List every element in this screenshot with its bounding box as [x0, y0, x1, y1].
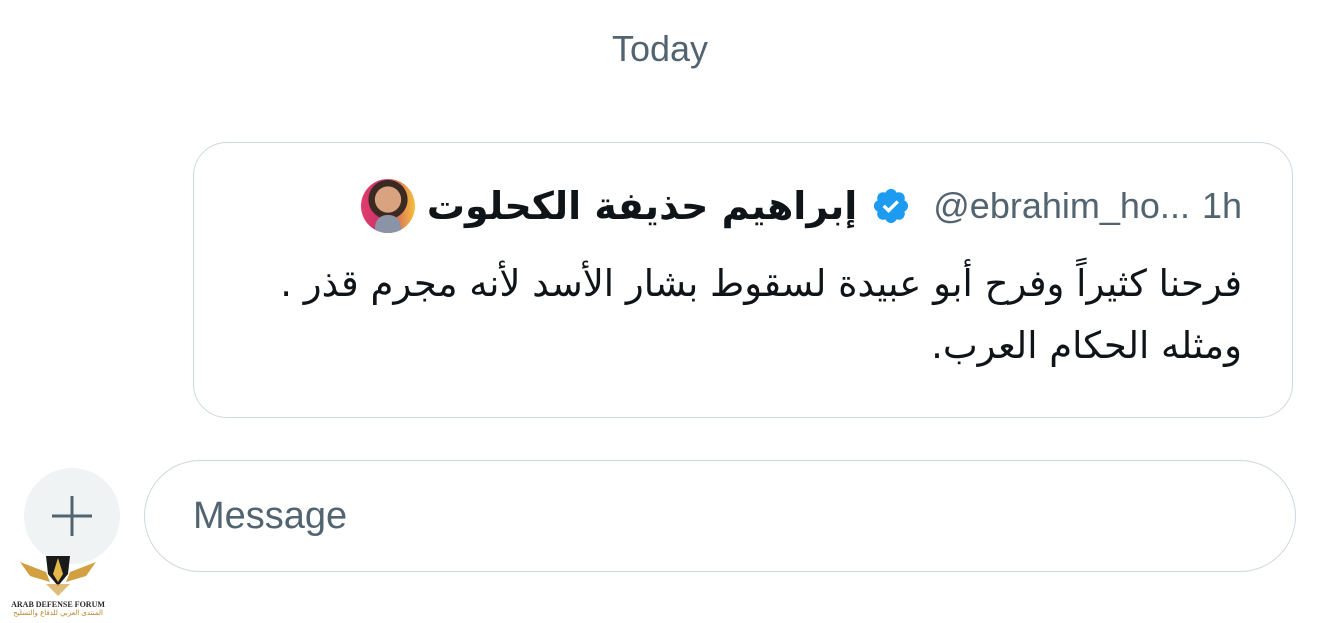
- message-input[interactable]: [193, 494, 1295, 538]
- add-attachment-button[interactable]: [24, 468, 120, 564]
- date-separator: Today: [611, 28, 709, 69]
- forum-subtitle: المنتدى العربي للدفاع والتسليح: [13, 609, 103, 617]
- forum-name: ARAB DEFENSE FORUM: [11, 600, 105, 609]
- tweet-header: إبراهيم حذيفة الكحلوت @ebrahim_ho... 1h: [337, 177, 1242, 235]
- dm-conversation: Today إبراهيم حذيفة الكحلوت @ebrahim_ho.…: [0, 0, 1320, 623]
- shared-tweet-card[interactable]: إبراهيم حذيفة الكحلوت @ebrahim_ho... 1h …: [193, 142, 1293, 418]
- author-name[interactable]: إبراهيم حذيفة الكحلوت: [427, 184, 857, 228]
- verified-badge-icon: [871, 186, 911, 226]
- forum-watermark-logo: ARAB DEFENSE FORUM المنتدى العربي للدفاع…: [6, 552, 110, 622]
- tweet-timestamp: 1h: [1201, 185, 1242, 226]
- author-handle: @ebrahim_ho...: [933, 185, 1190, 226]
- message-composer[interactable]: [144, 460, 1296, 572]
- tweet-text: فرحنا كثيراً وفرح أبو عبيدة لسقوط بشار ا…: [280, 262, 1242, 367]
- winged-shield-icon: [20, 556, 96, 596]
- author-avatar[interactable]: [360, 179, 415, 233]
- plus-icon: [52, 496, 92, 536]
